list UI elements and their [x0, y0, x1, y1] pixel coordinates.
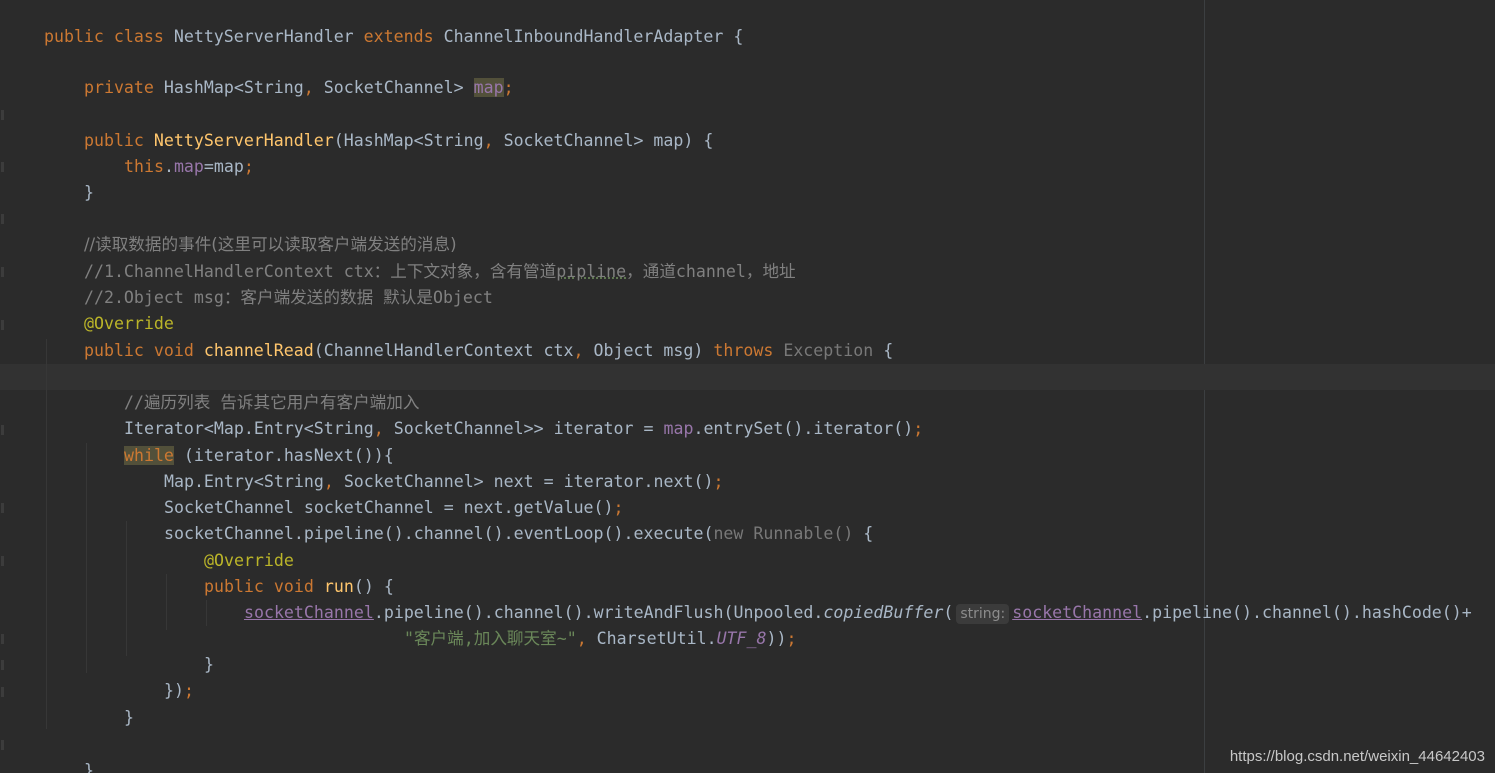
code-line[interactable]: //遍历列表 告诉其它用户有客户端加入: [84, 364, 419, 412]
code-line[interactable]: }: [84, 679, 134, 727]
parameter-hint: string:: [956, 604, 1010, 624]
code-token: .: [163, 157, 174, 176]
code-token: NettyServerHandler: [173, 27, 364, 46]
code-line[interactable]: Iterator<Map.Entry<String, SocketChannel…: [84, 390, 923, 438]
code-line[interactable]: while (iterator.hasNext()){: [84, 417, 394, 465]
code-token: {: [873, 341, 894, 360]
code-token: public void: [83, 341, 204, 360]
code-token: map: [173, 157, 204, 176]
fold-marker[interactable]: [1, 425, 4, 435]
code-line[interactable]: @Override: [164, 522, 294, 570]
fold-marker[interactable]: [1, 162, 4, 172]
code-token: (ChannelHandlerContext ctx: [313, 341, 574, 360]
code-token: ;: [786, 629, 797, 648]
code-token: (: [943, 603, 954, 622]
code-token: ;: [503, 78, 514, 97]
code-token: map: [663, 419, 694, 438]
code-token: socketChannel: [243, 603, 374, 622]
code-line[interactable]: SocketChannel socketChannel = next.getVa…: [124, 469, 624, 517]
code-line[interactable]: }: [44, 154, 94, 202]
comment: pipline: [556, 262, 627, 281]
code-line[interactable]: socketChannel.pipeline().channel().event…: [124, 495, 873, 543]
code-token: socketChannel: [1012, 603, 1143, 622]
fold-marker[interactable]: [1, 110, 4, 120]
code-line[interactable]: this.map=map;: [84, 128, 254, 176]
code-token: {: [853, 524, 874, 543]
code-token: this: [123, 157, 164, 176]
code-line[interactable]: socketChannel.pipeline().channel().write…: [204, 574, 1472, 624]
code-token: ;: [243, 157, 254, 176]
code-token: ,: [576, 629, 597, 648]
code-token: (HashMap<String: [333, 131, 484, 150]
code-token: SocketChannel>: [323, 78, 474, 97]
code-line[interactable]: public NettyServerHandler(HashMap<String…: [44, 102, 713, 150]
watermark: https://blog.csdn.net/weixin_44642403: [1229, 748, 1485, 765]
code-editor[interactable]: public class NettyServerHandler extends …: [0, 0, 1495, 773]
code-token: Runnable(): [753, 524, 854, 543]
code-token: map: [473, 78, 504, 97]
code-token: ;: [713, 472, 724, 491]
code-token: ChannelInboundHandlerAdapter {: [443, 27, 744, 46]
code-token: }): [163, 681, 184, 700]
code-token: .pipeline().channel().hashCode()+: [1142, 603, 1472, 622]
fold-marker[interactable]: [1, 556, 4, 566]
code-token: extends: [363, 27, 444, 46]
code-token: CharsetUtil.: [596, 629, 717, 648]
fold-marker[interactable]: [1, 320, 4, 330]
code-token: ;: [913, 419, 924, 438]
fold-marker[interactable]: [1, 503, 4, 513]
fold-marker[interactable]: [1, 634, 4, 644]
fold-marker[interactable]: [1, 660, 4, 670]
code-token: )): [766, 629, 787, 648]
code-token: HashMap<String: [163, 78, 304, 97]
code-token: ,: [573, 341, 594, 360]
code-token: Object msg): [593, 341, 714, 360]
code-token: =map: [203, 157, 244, 176]
code-token: new: [713, 524, 754, 543]
code-line[interactable]: Map.Entry<String, SocketChannel> next = …: [124, 443, 723, 491]
fold-marker[interactable]: [1, 267, 4, 277]
code-line[interactable]: public void channelRead(ChannelHandlerCo…: [44, 312, 893, 360]
code-token: }: [203, 655, 214, 674]
code-token: }: [83, 761, 94, 773]
code-token: }: [123, 708, 134, 727]
code-line[interactable]: //读取数据的事件(这里可以读取客户端发送的消息): [44, 206, 457, 254]
indent-guide: [46, 339, 47, 729]
code-token: ;: [183, 681, 194, 700]
code-line[interactable]: "客户端,加入聊天室~", CharsetUtil.UTF_8));: [364, 600, 797, 648]
code-token: Exception: [783, 341, 874, 360]
code-token: }: [83, 183, 94, 202]
code-line[interactable]: private HashMap<String, SocketChannel> m…: [44, 49, 514, 97]
code-token: SocketChannel> map) {: [503, 131, 714, 150]
code-token: channelRead: [203, 341, 314, 360]
code-line[interactable]: //1.ChannelHandlerContext ctx：上下文对象，含有管道…: [44, 233, 796, 281]
code-token: private: [83, 78, 164, 97]
code-token: ,: [303, 78, 324, 97]
code-line[interactable]: //2.Object msg：客户端发送的数据 默认是Object: [44, 259, 493, 307]
code-line[interactable]: public class NettyServerHandler extends …: [4, 0, 743, 46]
code-token: UTF_8: [716, 629, 767, 648]
code-line[interactable]: }: [164, 626, 214, 674]
fold-marker[interactable]: [1, 214, 4, 224]
comment: ，通道channel，地址: [626, 262, 796, 281]
code-token: SocketChannel>> iterator =: [393, 419, 664, 438]
fold-marker[interactable]: [1, 687, 4, 697]
code-token: public class: [43, 27, 174, 46]
string-literal: "客户端,加入聊天室~": [403, 629, 577, 648]
code-line[interactable]: });: [124, 652, 194, 700]
code-token: ,: [483, 131, 504, 150]
code-token: copiedBuffer: [823, 603, 944, 622]
code-token: .entrySet().iterator(): [693, 419, 914, 438]
code-token: throws: [713, 341, 784, 360]
code-line[interactable]: }: [44, 732, 94, 773]
fold-marker[interactable]: [1, 740, 4, 750]
code-line[interactable]: public void run() {: [164, 548, 394, 596]
code-line[interactable]: @Override: [44, 285, 174, 333]
